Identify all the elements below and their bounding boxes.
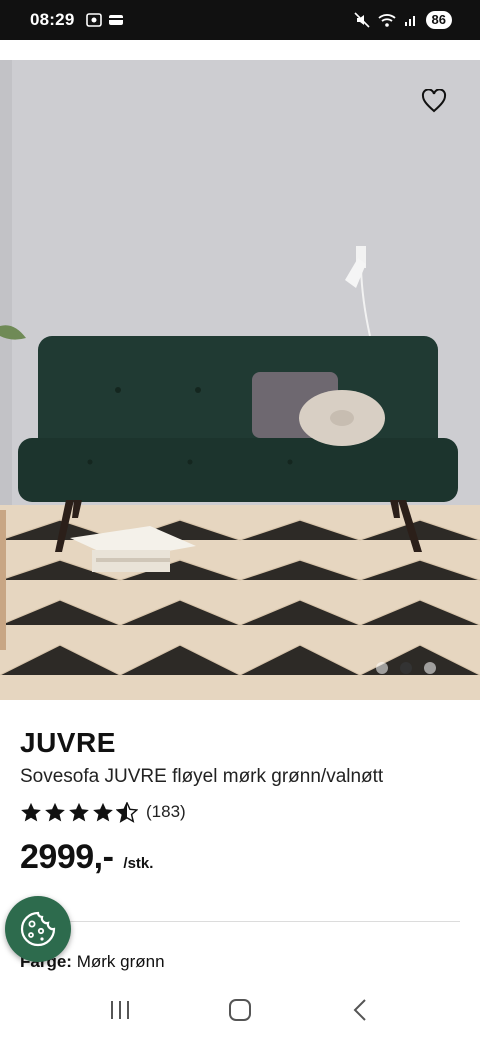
divider — [66, 921, 460, 922]
carousel-dots — [376, 662, 436, 674]
price-row: 2999,- /stk. — [20, 838, 460, 877]
product-price: 2999,- — [20, 838, 114, 876]
screenshot-icon — [86, 13, 103, 27]
product-image-carousel[interactable] — [0, 60, 480, 700]
color-value: Mørk grønn — [76, 952, 165, 971]
star-icon — [69, 802, 89, 821]
star-icon — [93, 802, 113, 821]
product-title: Sovesofa JUVRE fløyel mørk grønn/valnøtt — [20, 766, 384, 787]
product-brand: JUVRE — [20, 727, 116, 758]
signal-icon — [404, 16, 415, 26]
rating-row[interactable]: (183) — [20, 800, 460, 824]
carousel-dot[interactable] — [424, 662, 436, 674]
carousel-dot-active[interactable] — [400, 662, 412, 674]
status-bar: 08:29 86 — [0, 0, 480, 40]
status-time: 08:29 — [30, 10, 75, 29]
cookie-settings-button[interactable] — [5, 896, 71, 962]
rating-stars — [20, 801, 138, 823]
back-icon — [353, 999, 366, 1021]
star-icon — [45, 802, 65, 821]
home-button[interactable] — [220, 990, 260, 1030]
mute-icon — [353, 12, 370, 28]
recents-button[interactable] — [100, 990, 140, 1030]
star-icon — [21, 802, 41, 821]
battery-indicator: 86 — [425, 11, 452, 29]
recents-icon — [111, 1001, 129, 1019]
wifi-icon — [377, 14, 396, 27]
price-unit: /stk. — [123, 855, 154, 872]
status-notification-icons — [86, 13, 124, 27]
product-photo — [0, 60, 480, 700]
page-top-strip — [0, 40, 480, 60]
heart-icon — [421, 89, 447, 113]
review-count: (183) — [146, 802, 186, 821]
product-info: JUVRE Sovesofa JUVRE fløyel mørk grønn/v… — [0, 712, 480, 877]
system-nav-bar — [0, 980, 480, 1040]
carousel-dot[interactable] — [376, 662, 388, 674]
card-icon — [109, 15, 124, 25]
cookie-icon — [20, 911, 56, 947]
status-system-icons: 86 — [353, 11, 452, 29]
home-icon — [229, 999, 251, 1021]
half-star-icon — [116, 801, 138, 823]
wishlist-button[interactable] — [418, 86, 450, 116]
back-button[interactable] — [340, 990, 380, 1030]
